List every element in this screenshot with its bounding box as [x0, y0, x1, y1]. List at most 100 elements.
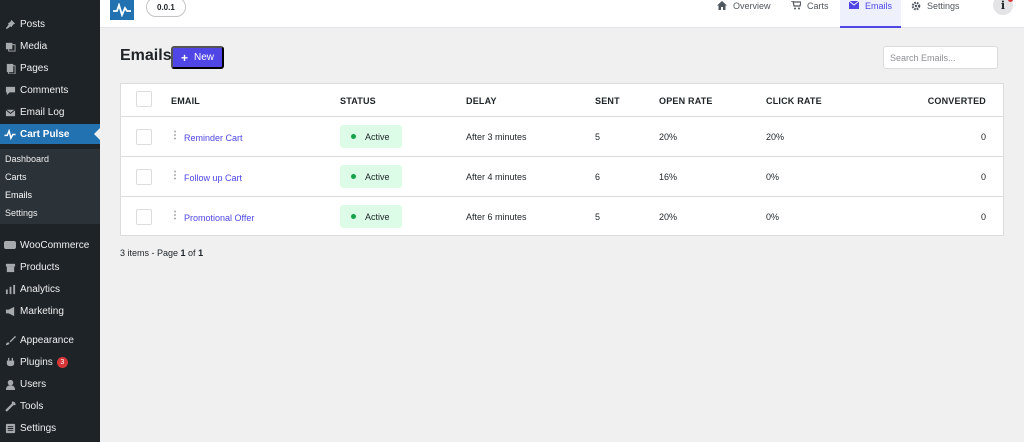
- delay-cell: After 4 minutes: [466, 172, 527, 182]
- notification-dot: [1008, 0, 1013, 2]
- status-dot: [351, 214, 356, 219]
- sidebar-item-label: Cart Pulse: [20, 128, 70, 140]
- sidebar-item-label: Email Log: [20, 106, 65, 118]
- info-icon: i: [1000, 0, 1006, 12]
- status-label: Active: [365, 131, 390, 142]
- open-rate-cell: 16%: [659, 172, 678, 182]
- submenu-emails[interactable]: Emails: [5, 190, 32, 200]
- column-header-email: EMAIL: [171, 96, 200, 106]
- status-label: Active: [365, 211, 390, 222]
- open-rate-cell: 20%: [659, 132, 678, 142]
- sidebar-item-label: WooCommerce: [20, 239, 90, 251]
- drag-handle-icon[interactable]: ⋮: [170, 210, 180, 221]
- status-badge: Active: [340, 125, 402, 148]
- page-title: Emails: [120, 47, 172, 64]
- new-email-button[interactable]: + New: [171, 46, 224, 69]
- email-name-link[interactable]: Follow up Cart: [184, 173, 242, 183]
- submenu-settings[interactable]: Settings: [5, 208, 38, 218]
- sidebar-item-plugins[interactable]: Plugins 3: [0, 352, 100, 372]
- column-header-converted: CONVERTED: [927, 96, 986, 106]
- envelope-icon: [4, 106, 16, 118]
- sidebar-item-label: Appearance: [20, 334, 74, 346]
- row-checkbox[interactable]: [136, 129, 152, 145]
- sidebar-item-label: Tools: [20, 400, 44, 412]
- table-row[interactable]: ⋮ Reminder Cart Active After 3 minutes 5…: [121, 117, 1003, 157]
- sidebar-item-label: Plugins: [20, 356, 53, 368]
- sidebar-item-settings[interactable]: Settings: [0, 418, 100, 438]
- tab-overview[interactable]: Overview: [717, 0, 775, 28]
- pin-icon: [4, 18, 16, 30]
- sidebar-item-woocommerce[interactable]: WooCommerce: [0, 235, 100, 255]
- tab-label: Carts: [807, 1, 829, 11]
- status-dot: [351, 134, 356, 139]
- pagination-of: of: [185, 248, 199, 258]
- email-name-link[interactable]: Reminder Cart: [184, 133, 243, 143]
- status-label: Active: [365, 171, 390, 182]
- table-row[interactable]: ⋮ Promotional Offer Active After 6 minut…: [121, 197, 1003, 237]
- woo-icon: [4, 239, 16, 251]
- admin-sidebar: Posts Media Pages Comments Email Log Car…: [0, 0, 100, 442]
- status-dot: [351, 174, 356, 179]
- select-all-checkbox[interactable]: [136, 91, 152, 107]
- submenu-dashboard[interactable]: Dashboard: [5, 154, 49, 164]
- click-rate-cell: 0%: [766, 172, 780, 182]
- sent-cell: 6: [595, 172, 601, 182]
- column-header-click-rate: CLICK RATE: [766, 96, 822, 106]
- click-rate-cell: 0%: [766, 212, 780, 222]
- sidebar-item-media[interactable]: Media: [0, 36, 100, 56]
- help-button[interactable]: i: [993, 0, 1013, 15]
- sidebar-item-pages[interactable]: Pages: [0, 58, 100, 78]
- column-header-delay: DELAY: [466, 96, 497, 106]
- sidebar-item-comments[interactable]: Comments: [0, 80, 100, 100]
- tab-carts[interactable]: Carts: [791, 0, 836, 28]
- tab-emails[interactable]: Emails: [840, 0, 901, 28]
- plus-icon: +: [180, 50, 188, 65]
- sidebar-item-label: Users: [20, 378, 47, 390]
- tab-settings[interactable]: Settings: [911, 0, 969, 28]
- table-row[interactable]: ⋮ Follow up Cart Active After 4 minutes …: [121, 157, 1003, 197]
- search-input[interactable]: [883, 46, 998, 69]
- sidebar-item-posts[interactable]: Posts: [0, 14, 100, 34]
- row-checkbox[interactable]: [136, 169, 152, 185]
- cart-icon: [791, 1, 801, 10]
- sidebar-item-label: Comments: [20, 84, 69, 96]
- sidebar-item-marketing[interactable]: Marketing: [0, 301, 100, 321]
- sidebar-item-label: Posts: [20, 18, 46, 30]
- plug-icon: [4, 356, 16, 368]
- emails-table: EMAIL STATUS DELAY SENT OPEN RATE CLICK …: [120, 83, 1004, 236]
- drag-handle-icon[interactable]: ⋮: [170, 130, 180, 141]
- plugin-header: 0.0.1 Overview Carts Emails Settings i: [100, 0, 1024, 28]
- column-header-open-rate: OPEN RATE: [659, 96, 713, 106]
- column-header-sent: SENT: [595, 96, 620, 106]
- sidebar-item-products[interactable]: Products: [0, 257, 100, 277]
- delay-cell: After 3 minutes: [466, 132, 527, 142]
- pagination-summary: 3 items - Page 1 of 1: [120, 248, 203, 258]
- open-rate-cell: 20%: [659, 212, 678, 222]
- sidebar-item-users[interactable]: Users: [0, 374, 100, 394]
- table-header-row: EMAIL STATUS DELAY SENT OPEN RATE CLICK …: [121, 84, 1003, 117]
- converted-cell: 0: [980, 212, 986, 222]
- status-badge: Active: [340, 165, 402, 188]
- sidebar-item-tools[interactable]: Tools: [0, 396, 100, 416]
- sidebar-item-cart-pulse[interactable]: Cart Pulse: [0, 124, 100, 144]
- email-name-link[interactable]: Promotional Offer: [184, 213, 254, 223]
- submenu-carts[interactable]: Carts: [5, 172, 27, 182]
- drag-handle-icon[interactable]: ⋮: [170, 170, 180, 181]
- media-icon: [4, 40, 16, 52]
- gear-icon: [911, 1, 921, 11]
- sidebar-item-appearance[interactable]: Appearance: [0, 330, 100, 350]
- sidebar-item-analytics[interactable]: Analytics: [0, 279, 100, 299]
- sidebar-item-email-log[interactable]: Email Log: [0, 102, 100, 122]
- column-header-status: STATUS: [340, 96, 376, 106]
- cart-pulse-logo: [110, 0, 134, 20]
- pagination-prefix: 3 items - Page: [120, 248, 181, 258]
- converted-cell: 0: [980, 132, 986, 142]
- pages-icon: [4, 62, 16, 74]
- sidebar-item-label: Marketing: [20, 305, 64, 317]
- sidebar-item-label: Media: [20, 40, 48, 52]
- sidebar-submenu: Dashboard Carts Emails Settings: [0, 149, 100, 224]
- total-pages: 1: [198, 248, 204, 258]
- row-checkbox[interactable]: [136, 209, 152, 225]
- bar-chart-icon: [4, 283, 16, 295]
- plugins-update-badge: 3: [56, 356, 68, 368]
